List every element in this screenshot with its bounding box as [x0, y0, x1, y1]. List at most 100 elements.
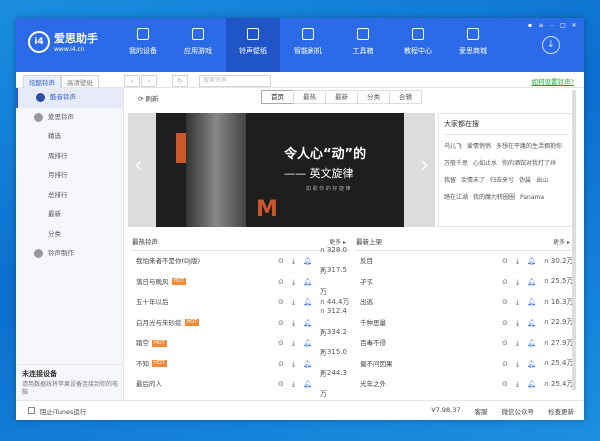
reload-button[interactable]: ↻	[172, 75, 188, 87]
download-icon[interactable]: ↓	[542, 36, 560, 54]
skin-icon[interactable]: ▪	[526, 22, 534, 29]
sidebar-item-2[interactable]: 精选	[16, 127, 123, 147]
play-icon[interactable]: ⊙	[278, 354, 284, 375]
download-icon[interactable]: ⤓	[292, 272, 295, 293]
set-ringtone-bell-icon[interactable]: 🔔︎	[527, 292, 536, 313]
download-icon[interactable]: ⤓	[516, 292, 519, 313]
nav-item-2[interactable]: 铃声壁纸	[226, 18, 280, 72]
set-ringtone-bell-icon[interactable]: 🔔︎	[303, 272, 312, 293]
list-item[interactable]: 我怕来者不是你(DJ版) ⊙ ⤓ 🔔︎ ∩ 328.0万	[132, 246, 350, 276]
set-ringtone-bell-icon[interactable]: 🔔︎	[527, 354, 536, 375]
download-icon[interactable]: ⤓	[292, 333, 295, 354]
sidebar-item-8[interactable]: 铃声制作	[16, 244, 123, 264]
keyword-link[interactable]: 余情未了	[461, 172, 485, 189]
content-tab-3[interactable]: 分类	[357, 90, 390, 104]
play-icon[interactable]: ⊙	[502, 272, 508, 293]
download-icon[interactable]: ⤓	[292, 313, 295, 334]
content-tab-4[interactable]: 合辑	[389, 90, 422, 104]
block-itunes-checkbox[interactable]	[28, 407, 35, 414]
keyword-link[interactable]: 万般千思	[444, 155, 468, 172]
sidebar-item-5[interactable]: 总排行	[16, 186, 123, 206]
sidebar-item-3[interactable]: 周排行	[16, 147, 123, 167]
keyword-link[interactable]: 归去来兮	[490, 172, 514, 189]
list-item[interactable]: 孑孓 ⊙ ⤓ 🔔︎ ∩ 25.5万	[356, 272, 574, 293]
set-ringtone-bell-icon[interactable]: 🔔︎	[527, 313, 536, 334]
set-ringtone-bell-icon[interactable]: 🔔︎	[527, 333, 536, 354]
wechat-link[interactable]: 微信公众号	[502, 406, 535, 416]
scrollbar[interactable]	[572, 90, 576, 390]
play-icon[interactable]: ⊙	[502, 251, 508, 272]
content-tab-2[interactable]: 最新	[325, 90, 358, 104]
play-icon[interactable]: ⊙	[502, 313, 508, 334]
download-icon[interactable]: ⤓	[516, 354, 519, 375]
forward-button[interactable]: ›	[141, 75, 157, 87]
sidebar-item-7[interactable]: 分类	[16, 225, 123, 245]
keyword-link[interactable]: 踏在江湖	[444, 189, 468, 206]
set-ringtone-bell-icon[interactable]: 🔔︎	[303, 374, 312, 395]
set-ringtone-bell-icon[interactable]: 🔔︎	[527, 272, 536, 293]
list-item[interactable]: 出逃 ⊙ ⤓ 🔔︎ ∩ 16.3万	[356, 292, 574, 313]
play-icon[interactable]: ⊙	[502, 354, 508, 375]
set-ringtone-bell-icon[interactable]: 🔔︎	[303, 354, 312, 375]
download-icon[interactable]: ⤓	[516, 313, 519, 334]
banner-next-button[interactable]: ›	[420, 153, 429, 178]
nav-item-3[interactable]: 智能刷机	[281, 18, 335, 72]
list-item[interactable]: 白月光与朱砂痣 HOT ⊙ ⤓ 🔔︎ ∩ 312.4万	[132, 307, 350, 337]
keyword-link[interactable]: 我的魔力转圈圈	[473, 189, 515, 206]
feedback-link[interactable]: 客服	[475, 406, 488, 416]
nav-item-0[interactable]: 我的设备	[116, 18, 170, 72]
play-icon[interactable]: ⊙	[278, 313, 284, 334]
set-ringtone-bell-icon[interactable]: 🔔︎	[527, 374, 536, 395]
search-input[interactable]: 搜索铃声	[199, 75, 271, 87]
minimize-button[interactable]: –	[548, 22, 556, 29]
list-item[interactable]: 偏不问因果 ⊙ ⤓ 🔔︎ ∩ 25.4万	[356, 354, 574, 375]
set-ringtone-bell-icon[interactable]: 🔔︎	[303, 333, 312, 354]
play-icon[interactable]: ⊙	[278, 374, 284, 395]
play-icon[interactable]: ⊙	[278, 292, 284, 313]
content-tab-1[interactable]: 最热	[293, 90, 326, 104]
help-link[interactable]: 如何设置铃声?	[532, 76, 574, 86]
play-icon[interactable]: ⊙	[278, 251, 284, 272]
download-icon[interactable]: ⤓	[292, 354, 295, 375]
keyword-link[interactable]: 伪装	[519, 172, 531, 189]
download-icon[interactable]: ⤓	[516, 374, 519, 395]
sidebar-item-0[interactable]: 酷音铃声	[16, 88, 123, 108]
play-icon[interactable]: ⊙	[278, 333, 284, 354]
keyword-link[interactable]: Panama	[520, 189, 544, 206]
download-icon[interactable]: ⤓	[516, 251, 519, 272]
list-item[interactable]: 五十年以后 ⊙ ⤓ 🔔︎ ∩ 44.4万	[132, 292, 350, 313]
nav-item-4[interactable]: 工具箱	[336, 18, 390, 72]
list-item[interactable]: 踏空 HOT ⊙ ⤓ 🔔︎ ∩ 334.2万	[132, 328, 350, 358]
list-item[interactable]: 千种思量 ⊙ ⤓ 🔔︎ ∩ 22.9万	[356, 313, 574, 334]
keyword-link[interactable]: 多想在平庸的生活拥抱你	[496, 138, 562, 155]
tab-ringtones[interactable]: 炫酷铃声	[23, 75, 61, 89]
sidebar-item-6[interactable]: 最新	[16, 205, 123, 225]
play-icon[interactable]: ⊙	[502, 292, 508, 313]
keyword-link[interactable]: 你的酒馆对我打了烊	[502, 155, 556, 172]
download-icon[interactable]: ⤓	[292, 374, 295, 395]
tab-wallpapers[interactable]: 高清壁纸	[61, 75, 99, 89]
list-item[interactable]: 光年之外 ⊙ ⤓ 🔔︎ ∩ 25.4万	[356, 374, 574, 395]
play-icon[interactable]: ⊙	[278, 272, 284, 293]
banner-prev-button[interactable]: ‹	[134, 153, 143, 178]
list-item[interactable]: 不知 HOT ⊙ ⤓ 🔔︎ ∩ 315.0万	[132, 348, 350, 378]
back-button[interactable]: ‹	[124, 75, 140, 87]
keyword-link[interactable]: 乌儿飞	[444, 138, 462, 155]
sidebar-item-4[interactable]: 月排行	[16, 166, 123, 186]
set-ringtone-bell-icon[interactable]: 🔔︎	[527, 251, 536, 272]
menu-icon[interactable]: ≡	[537, 22, 545, 29]
nav-item-5[interactable]: 教程中心	[391, 18, 445, 72]
banner[interactable]: M 令人心“动”的 —— 英文旋律 如 歌 你 的 好 旋 律 ‹ ›	[128, 113, 435, 227]
set-ringtone-bell-icon[interactable]: 🔔︎	[303, 292, 312, 313]
nav-item-6[interactable]: 爱思商城	[446, 18, 500, 72]
close-button[interactable]: ✕	[570, 22, 578, 29]
download-icon[interactable]: ⤓	[292, 292, 295, 313]
play-icon[interactable]: ⊙	[502, 333, 508, 354]
list-item[interactable]: 百毒不侵 ⊙ ⤓ 🔔︎ ∩ 27.9万	[356, 333, 574, 354]
set-ringtone-bell-icon[interactable]: 🔔︎	[303, 313, 312, 334]
list-item[interactable]: 落日与晚风 HOT ⊙ ⤓ 🔔︎ ∩ 317.5万	[132, 266, 350, 296]
list-item[interactable]: 最后的人 ⊙ ⤓ 🔔︎ ∩ 244.3万	[132, 369, 350, 399]
download-icon[interactable]: ⤓	[516, 272, 519, 293]
content-tab-0[interactable]: 首页	[261, 90, 294, 104]
keyword-link[interactable]: 心如止水	[473, 155, 497, 172]
